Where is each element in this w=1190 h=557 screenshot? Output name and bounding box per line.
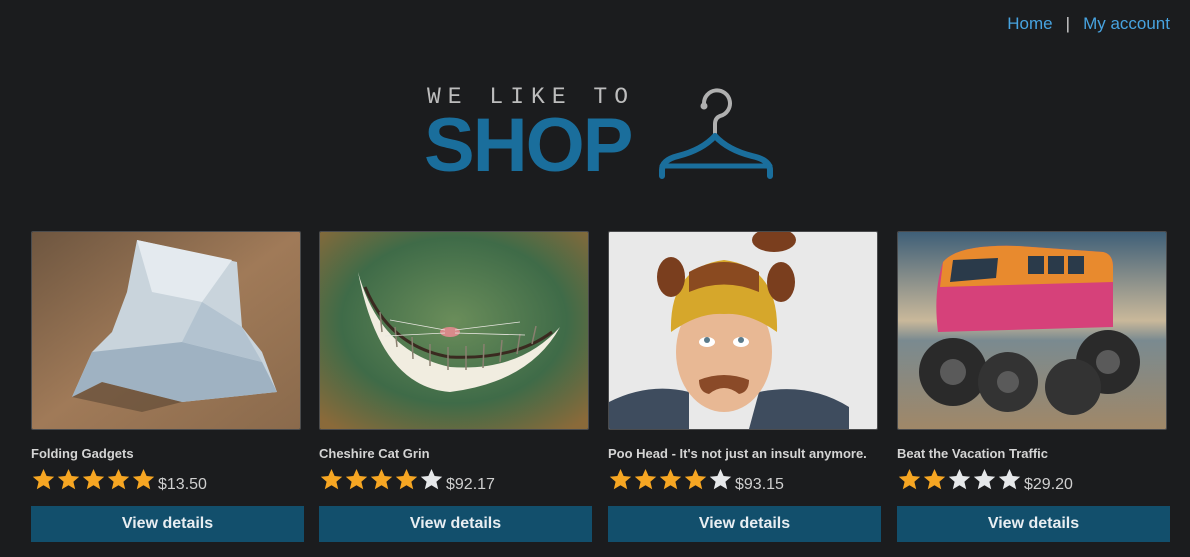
star-filled-icon — [132, 469, 155, 490]
product-card: Poo Head - It's not just an insult anymo… — [608, 231, 881, 542]
star-filled-icon — [684, 469, 707, 490]
product-image[interactable] — [608, 231, 878, 430]
star-filled-icon — [57, 469, 80, 490]
product-title[interactable]: Beat the Vacation Traffic — [897, 446, 1048, 461]
star-filled-icon — [659, 469, 682, 490]
stars — [897, 468, 1022, 495]
star-filled-icon — [82, 469, 105, 490]
product-title[interactable]: Cheshire Cat Grin — [319, 446, 430, 461]
top-nav: Home | My account — [1007, 14, 1170, 34]
logo-wordmark: SHOP — [424, 103, 633, 188]
stars — [319, 468, 444, 495]
star-filled-icon — [345, 469, 368, 490]
product-price: $92.17 — [446, 475, 495, 493]
star-empty-icon — [420, 469, 443, 490]
view-details-button[interactable]: View details — [608, 506, 881, 542]
star-filled-icon — [395, 469, 418, 490]
product-card: Folding Gadgets $13.50 View details — [31, 231, 304, 542]
product-image[interactable] — [31, 231, 301, 430]
view-details-button[interactable]: View details — [31, 506, 304, 542]
star-filled-icon — [107, 469, 130, 490]
hanger-icon — [659, 88, 773, 179]
star-filled-icon — [32, 469, 55, 490]
product-card: Cheshire Cat Grin $92.17 View details — [319, 231, 592, 542]
view-details-button[interactable]: View details — [319, 506, 592, 542]
stars — [608, 468, 733, 495]
star-rating: $29.20 — [897, 468, 1073, 495]
product-image[interactable] — [319, 231, 589, 430]
product-price: $13.50 — [158, 475, 207, 493]
star-filled-icon — [898, 469, 921, 490]
view-details-button[interactable]: View details — [897, 506, 1170, 542]
star-rating: $93.15 — [608, 468, 784, 495]
star-rating: $13.50 — [31, 468, 207, 495]
star-empty-icon — [973, 469, 996, 490]
star-filled-icon — [634, 469, 657, 490]
product-price: $93.15 — [735, 475, 784, 493]
product-title[interactable]: Poo Head - It's not just an insult anymo… — [608, 446, 867, 461]
home-link[interactable]: Home — [1007, 14, 1052, 34]
product-title[interactable]: Folding Gadgets — [31, 446, 134, 461]
nav-separator: | — [1065, 14, 1071, 33]
site-logo[interactable]: WE LIKE TO SHOP — [424, 84, 784, 189]
star-empty-icon — [709, 469, 732, 490]
product-card: Beat the Vacation Traffic $29.20 View de… — [897, 231, 1170, 542]
star-rating: $92.17 — [319, 468, 495, 495]
star-filled-icon — [923, 469, 946, 490]
star-filled-icon — [370, 469, 393, 490]
star-empty-icon — [998, 469, 1021, 490]
my-account-link[interactable]: My account — [1083, 14, 1170, 34]
stars — [31, 468, 156, 495]
product-price: $29.20 — [1024, 475, 1073, 493]
star-empty-icon — [948, 469, 971, 490]
product-image[interactable] — [897, 231, 1167, 430]
star-filled-icon — [609, 469, 632, 490]
star-filled-icon — [320, 469, 343, 490]
